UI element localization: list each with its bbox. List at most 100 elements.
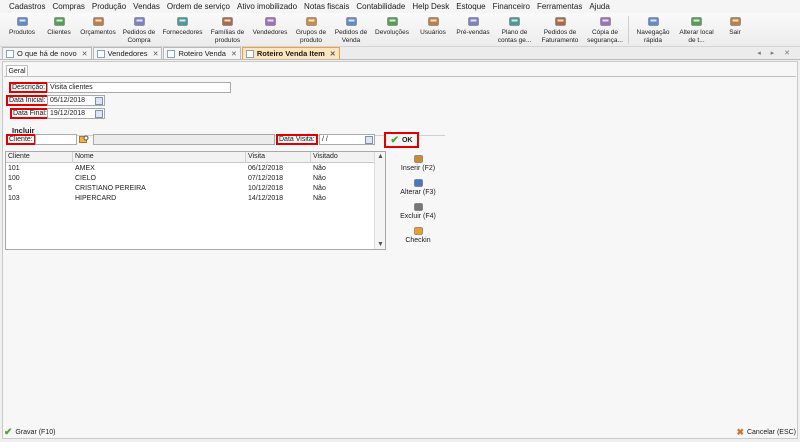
search-client-icon[interactable] bbox=[79, 135, 89, 144]
document-tab[interactable]: Roteiro Venda Item ✕ bbox=[241, 47, 340, 59]
descricao-input[interactable]: Visita clientes bbox=[47, 82, 231, 93]
document-tab[interactable]: Roteiro Venda ✕ bbox=[163, 47, 241, 59]
menu-item[interactable]: Notas fiscais bbox=[304, 2, 349, 11]
tab-label: O que há de novo bbox=[17, 49, 77, 58]
menu-item[interactable]: Ativo imobilizado bbox=[237, 2, 297, 11]
data-inicial-label: Data Inicial: bbox=[6, 95, 49, 106]
side-action-button[interactable]: Excluir (F4) bbox=[387, 200, 449, 222]
main-panel: Geral Descrição: Visita clientes Data In… bbox=[2, 61, 798, 439]
menu-item[interactable]: Contabilidade bbox=[356, 2, 405, 11]
menu-item[interactable]: Compras bbox=[52, 2, 84, 11]
column-header[interactable]: Cliente bbox=[6, 152, 73, 163]
toolbar-button[interactable]: Pedidos de Faturamento bbox=[536, 13, 584, 46]
scroll-down-icon[interactable]: ▼ bbox=[377, 241, 384, 248]
column-header[interactable]: Visita bbox=[246, 152, 311, 163]
tab-label: Roteiro Venda Item bbox=[256, 49, 325, 58]
menu-bar: Cadastros Compras Produção Vendas Ordem de s… bbox=[0, 0, 800, 13]
visits-grid[interactable]: Cliente Nome Visita Visitado 101 AMEX 06/12/2… bbox=[5, 151, 386, 250]
cancel-button[interactable]: ✖ Cancelar (ESC) bbox=[736, 427, 796, 438]
menu-item[interactable]: Ajuda bbox=[589, 2, 609, 11]
side-action-button[interactable]: Inserir (F2) bbox=[387, 152, 449, 174]
tab-label: Vendedores bbox=[107, 49, 148, 58]
toolbar-label: Alterar local de t... bbox=[679, 29, 714, 44]
data-visita-label: Data Visita: bbox=[276, 134, 318, 145]
table-row[interactable]: 5 CRISTIANO PEREIRA 10/12/2018 Não bbox=[6, 184, 375, 194]
close-icon[interactable]: ✕ bbox=[82, 50, 88, 58]
toolbar-button[interactable]: Cópia de segurança... bbox=[584, 13, 626, 46]
toolbar-button[interactable]: Alterar local de t... bbox=[675, 13, 718, 46]
calendar-icon[interactable] bbox=[95, 110, 103, 118]
toolbar-button[interactable]: Grupos de produto bbox=[291, 13, 331, 46]
table-cell: AMEX bbox=[75, 165, 95, 172]
table-cell: 07/12/2018 bbox=[248, 175, 284, 182]
table-cell: Não bbox=[313, 195, 326, 202]
toolbar-button[interactable]: Devoluções bbox=[371, 13, 413, 46]
scroll-up-icon[interactable]: ▲ bbox=[377, 153, 384, 160]
order-icon bbox=[344, 15, 358, 27]
close-icon[interactable]: ✕ bbox=[231, 50, 237, 58]
menu-item[interactable]: Help Desk bbox=[412, 2, 449, 11]
document-tab[interactable]: O que há de novo ✕ bbox=[2, 47, 92, 59]
document-icon bbox=[91, 15, 105, 27]
toolbar-button[interactable]: Clientes bbox=[41, 13, 77, 46]
toolbar-label: Pedidos de Venda bbox=[334, 29, 368, 44]
table-row[interactable]: 103 HIPERCARD 14/12/2018 Não bbox=[6, 194, 375, 204]
toolbar-label: Sair bbox=[729, 29, 741, 36]
toolbar-button[interactable]: Plano de contas ge... bbox=[493, 13, 536, 46]
cliente-input[interactable] bbox=[35, 134, 77, 145]
close-icon[interactable]: ✕ bbox=[153, 50, 159, 58]
toolbar-label: Clientes bbox=[47, 29, 71, 36]
presale-icon bbox=[466, 15, 480, 27]
menu-item[interactable]: Vendas bbox=[133, 2, 160, 11]
insert-icon bbox=[413, 154, 423, 163]
location-icon bbox=[690, 15, 704, 27]
menu-item[interactable]: Ferramentas bbox=[537, 2, 582, 11]
check-icon: ✔ bbox=[390, 134, 399, 146]
side-action-button[interactable]: Checkin bbox=[387, 224, 449, 246]
billing-icon bbox=[553, 15, 567, 27]
toolbar-button[interactable]: Famílias de produtos bbox=[206, 13, 249, 46]
toolbar-button[interactable]: Vendedores bbox=[249, 13, 291, 46]
menu-item[interactable]: Estoque bbox=[456, 2, 485, 11]
side-action-button[interactable]: Alterar (F3) bbox=[387, 176, 449, 198]
vertical-scrollbar[interactable]: ▲ ▼ bbox=[374, 152, 385, 249]
menu-item[interactable]: Cadastros bbox=[9, 2, 45, 11]
tab-geral[interactable]: Geral bbox=[6, 65, 28, 76]
calendar-icon[interactable] bbox=[365, 136, 373, 144]
ok-button[interactable]: ✔ OK bbox=[384, 132, 419, 148]
menu-item[interactable]: Ordem de serviço bbox=[167, 2, 230, 11]
divider bbox=[4, 76, 796, 77]
table-cell: HIPERCARD bbox=[75, 195, 117, 202]
table-row[interactable]: 101 AMEX 06/12/2018 Não bbox=[6, 164, 375, 174]
table-cell: CRISTIANO PEREIRA bbox=[75, 185, 146, 192]
column-header[interactable]: Nome bbox=[73, 152, 246, 163]
menu-item[interactable]: Produção bbox=[92, 2, 126, 11]
menu-item[interactable]: Financeiro bbox=[493, 2, 530, 11]
save-button[interactable]: ✔ Gravar (F10) bbox=[4, 427, 55, 438]
table-cell: 06/12/2018 bbox=[248, 165, 284, 172]
document-tab[interactable]: Vendedores ✕ bbox=[92, 47, 163, 59]
toolbar-button[interactable]: Produtos bbox=[3, 13, 41, 46]
toolbar-label: Plano de contas ge... bbox=[497, 29, 532, 44]
toolbar-label: Navegação rápida bbox=[636, 29, 670, 44]
toolbar-label: Devoluções bbox=[375, 29, 409, 36]
toolbar-button[interactable]: Fornecedores bbox=[159, 13, 206, 46]
cart-icon bbox=[132, 15, 146, 27]
toolbar-button[interactable]: Sair bbox=[718, 13, 752, 46]
toolbar-button[interactable]: Pedidos de Venda bbox=[331, 13, 371, 46]
table-cell: 101 bbox=[8, 165, 20, 172]
table-cell: Não bbox=[313, 185, 326, 192]
toolbar-button[interactable]: Pedidos de Compra bbox=[119, 13, 159, 46]
toolbar-button[interactable]: Orçamentos bbox=[77, 13, 119, 46]
table-row[interactable]: 100 CIELO 07/12/2018 Não bbox=[6, 174, 375, 184]
calendar-icon[interactable] bbox=[95, 97, 103, 105]
tab-page-icon bbox=[6, 49, 14, 58]
box-icon bbox=[15, 15, 29, 27]
tab-navigation-icons[interactable]: ◂ ▸ ✕ bbox=[757, 49, 794, 57]
toolbar-label: Pedidos de Faturamento bbox=[541, 29, 579, 44]
close-icon[interactable]: ✕ bbox=[330, 50, 336, 58]
toolbar-button[interactable]: Usuários bbox=[413, 13, 453, 46]
column-header[interactable]: Visitado bbox=[311, 152, 375, 163]
toolbar-button[interactable]: Navegação rápida bbox=[631, 13, 675, 46]
toolbar-button[interactable]: Pré-vendas bbox=[453, 13, 493, 46]
